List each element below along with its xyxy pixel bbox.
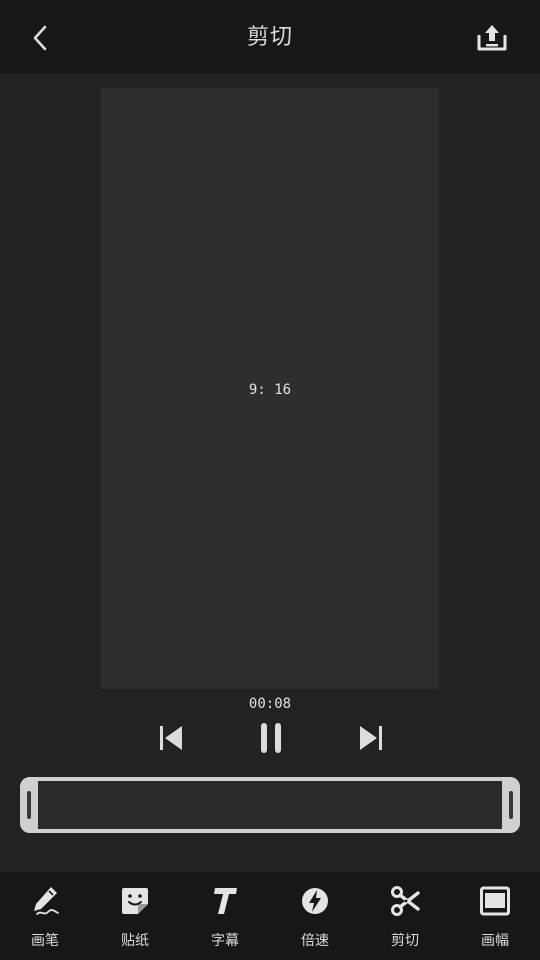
tool-subtitle[interactable]: 字幕 (180, 872, 270, 960)
tool-label: 贴纸 (121, 933, 149, 949)
video-preview[interactable]: 9: 16 (101, 88, 439, 689)
export-button[interactable] (474, 20, 510, 56)
aspect-ratio-label: 9: 16 (248, 381, 292, 398)
speed-icon (302, 888, 328, 914)
trim-timeline[interactable] (20, 777, 520, 833)
pen-icon (34, 887, 59, 915)
pause-icon (261, 723, 281, 753)
timeline-track[interactable] (38, 781, 502, 829)
skip-next-icon (360, 726, 382, 750)
sticker-icon (122, 888, 148, 914)
top-bar: 剪切 (0, 0, 540, 74)
tool-label: 倍速 (301, 933, 329, 949)
text-icon (214, 888, 237, 914)
grip-icon (27, 791, 31, 819)
tool-sticker[interactable]: 贴纸 (90, 872, 180, 960)
skip-previous-button[interactable] (151, 718, 191, 758)
pause-button[interactable] (251, 718, 291, 758)
tool-pen[interactable]: 画笔 (0, 872, 90, 960)
bottom-toolbar: 画笔 贴纸 字幕 倍速 剪切 画幅 (0, 872, 540, 960)
upload-tray-icon (477, 25, 507, 51)
trim-end-handle[interactable] (502, 777, 520, 833)
timecode: 00:08 (248, 696, 292, 712)
tool-label: 画笔 (31, 933, 59, 949)
tool-label: 剪切 (391, 933, 419, 949)
skip-previous-icon (160, 726, 182, 750)
tool-label: 字幕 (211, 933, 239, 949)
skip-next-button[interactable] (351, 718, 391, 758)
tool-frame[interactable]: 画幅 (450, 872, 540, 960)
page-title: 剪切 (246, 25, 293, 50)
tool-cut[interactable]: 剪切 (360, 872, 450, 960)
tool-speed[interactable]: 倍速 (270, 872, 360, 960)
grip-icon (509, 791, 513, 819)
tool-label: 画幅 (481, 933, 509, 949)
frame-icon (480, 886, 510, 916)
trim-start-handle[interactable] (20, 777, 38, 833)
scissors-icon (391, 886, 420, 916)
